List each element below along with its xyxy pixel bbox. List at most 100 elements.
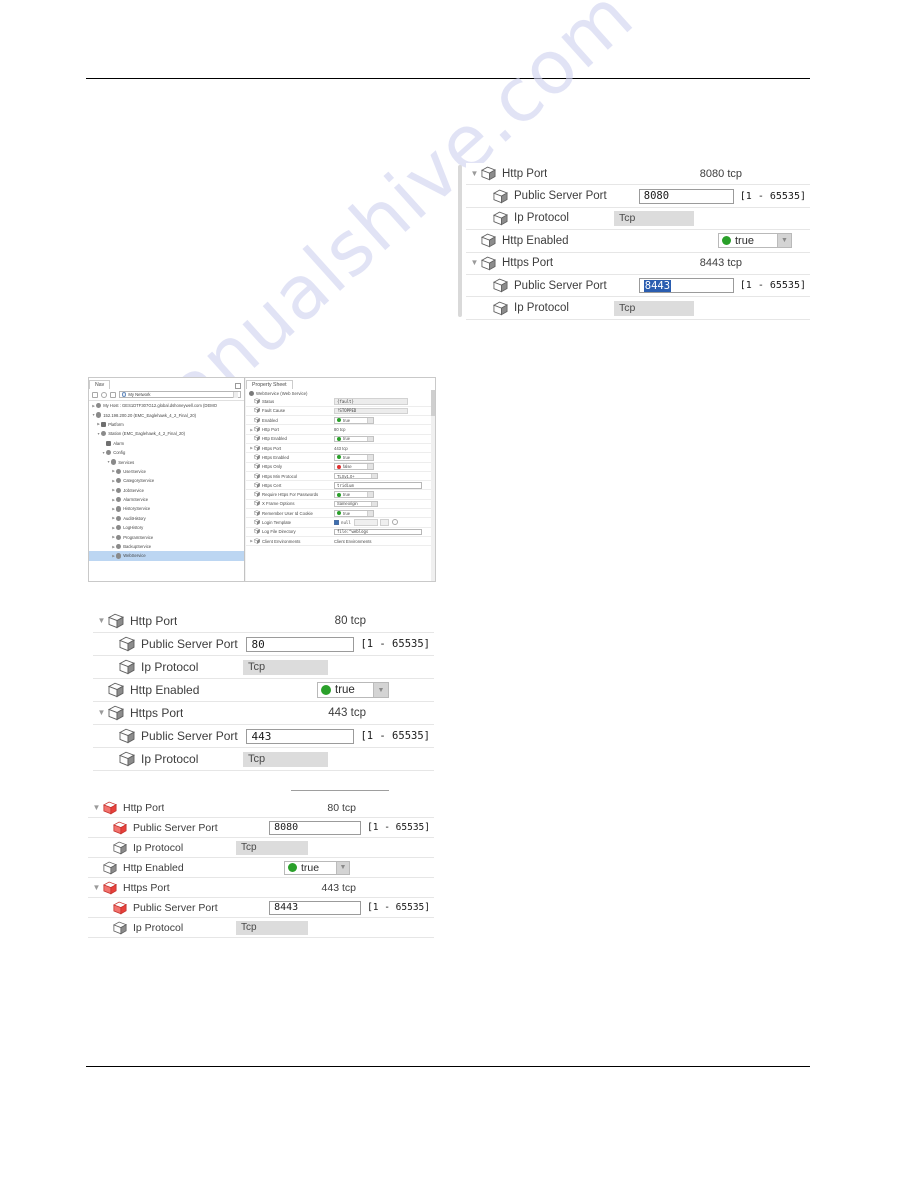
nav-tree-node[interactable]: ▶ AuditHistory bbox=[89, 514, 244, 523]
property-row[interactable]: Ip Protocol Tcp bbox=[466, 297, 810, 320]
property-row[interactable]: Ip Protocol Tcp bbox=[88, 838, 434, 858]
nav-tree-node[interactable]: ▼ Station (EMC_Eaglehawk_4_2_Final_20) bbox=[89, 429, 244, 438]
chevron-down-icon[interactable] bbox=[373, 683, 388, 697]
property-dropdown[interactable]: true bbox=[334, 491, 374, 498]
property-input[interactable]: {fault} bbox=[334, 398, 408, 405]
property-row[interactable]: Ip Protocol Tcp bbox=[93, 748, 434, 771]
nav-tree-node[interactable]: ▶ LogHistory bbox=[89, 523, 244, 532]
nav-pane-maximize-icon[interactable] bbox=[235, 383, 241, 389]
chevron-down-icon[interactable] bbox=[367, 492, 373, 497]
chevron-down-icon[interactable] bbox=[90, 804, 103, 812]
nav-tree-node[interactable]: ▶ HistoryService bbox=[89, 504, 244, 513]
property-dropdown[interactable]: TLSv1.0+ bbox=[334, 472, 378, 480]
property-row[interactable]: Log File Directory file:^weblogs bbox=[246, 528, 435, 537]
property-row[interactable]: Ip Protocol Tcp bbox=[466, 207, 810, 231]
http-enabled-dropdown[interactable]: true bbox=[284, 860, 350, 875]
property-dropdown[interactable]: Sameorigin bbox=[334, 500, 378, 508]
property-row[interactable]: Public Server Port 8080 [1 - 65535] bbox=[88, 818, 434, 838]
property-row[interactable]: Http Enabled true bbox=[466, 230, 810, 253]
property-sheet-scrollbar[interactable] bbox=[431, 390, 435, 581]
chevron-down-icon[interactable] bbox=[367, 464, 373, 470]
public-server-port-input[interactable]: 8080 bbox=[269, 820, 362, 835]
chevron-down-icon[interactable] bbox=[371, 473, 377, 479]
nav-tree-node[interactable]: ▶ WebService bbox=[89, 551, 244, 561]
property-input[interactable]: tridium bbox=[334, 482, 422, 489]
property-row[interactable]: Login Template null bbox=[246, 518, 435, 528]
nav-tree-node[interactable]: ▶ My Host : GES1DTF307G12.global.dshoneyw… bbox=[89, 401, 244, 410]
property-row[interactable]: ▶ Https Port 443 tcp bbox=[246, 444, 435, 454]
nav-tree-node[interactable]: ▼ Services bbox=[89, 457, 244, 466]
property-row[interactable]: ▶ Client Environments Client Environments bbox=[246, 537, 435, 547]
nav-tree-node[interactable]: ▶ CategoryService bbox=[89, 476, 244, 485]
chevron-down-icon[interactable] bbox=[233, 391, 238, 398]
property-row[interactable]: Public Server Port 8443 [1 - 65535] bbox=[88, 898, 434, 918]
property-dropdown[interactable]: true bbox=[334, 509, 374, 517]
chevron-down-icon[interactable] bbox=[371, 501, 377, 507]
property-row[interactable]: Remember User Id Cookie true bbox=[246, 509, 435, 519]
property-row[interactable]: Https Enabled true bbox=[246, 453, 435, 463]
property-row[interactable]: Public Server Port 443 [1 - 65535] bbox=[93, 725, 434, 748]
nav-tree-node[interactable]: ▼ Config bbox=[89, 448, 244, 457]
login-template-field[interactable] bbox=[353, 519, 378, 526]
property-row[interactable]: Ip Protocol Tcp bbox=[93, 656, 434, 679]
public-server-port-input[interactable]: 80 bbox=[246, 636, 355, 652]
property-row[interactable]: Status {fault} bbox=[246, 398, 435, 407]
chevron-down-icon[interactable] bbox=[468, 259, 481, 267]
chevron-down-icon[interactable] bbox=[95, 617, 108, 625]
nav-tree-node[interactable]: ▶ Platform bbox=[89, 420, 244, 429]
property-row[interactable]: Http Port 80 tcp bbox=[88, 798, 434, 818]
property-row[interactable]: Enabled true bbox=[246, 416, 435, 426]
nav-tree-node[interactable]: ▶ ProgramService bbox=[89, 532, 244, 541]
public-server-port-input[interactable]: 8080 bbox=[638, 188, 734, 204]
chevron-down-icon[interactable] bbox=[367, 455, 373, 460]
property-row[interactable]: Https Port 8443 tcp bbox=[466, 252, 810, 275]
chevron-down-icon[interactable] bbox=[777, 234, 791, 248]
property-row[interactable]: Http Enabled true bbox=[246, 435, 435, 444]
scrollbar-thumb[interactable] bbox=[431, 390, 435, 416]
nav-tree-node[interactable]: ▶ BackupService bbox=[89, 542, 244, 551]
chevron-down-icon[interactable] bbox=[367, 510, 373, 516]
stop-icon[interactable] bbox=[110, 391, 116, 398]
chevron-down-icon[interactable] bbox=[367, 417, 373, 423]
property-row[interactable]: Http Port 8080 tcp bbox=[466, 163, 810, 186]
property-input[interactable]: file:^weblogs bbox=[334, 528, 422, 535]
property-row[interactable]: Http Enabled true bbox=[88, 858, 434, 878]
property-row[interactable]: Ip Protocol Tcp bbox=[88, 918, 434, 938]
property-row[interactable]: Https Cert tridium bbox=[246, 481, 435, 491]
nav-tree-node[interactable]: ▶ UserService bbox=[89, 467, 244, 476]
nav-tree-node[interactable]: ▼ 152.198.200.20 (EMC_Eaglehawk_4_2_Final… bbox=[89, 410, 244, 419]
property-input[interactable]: !STOPPED bbox=[334, 407, 408, 415]
chevron-down-icon[interactable] bbox=[336, 861, 349, 874]
property-row[interactable]: Https Port 443 tcp bbox=[88, 878, 434, 898]
property-row[interactable]: Public Server Port 8080 [1 - 65535] bbox=[466, 185, 810, 208]
property-row[interactable]: ▶ Http Port 80 tcp bbox=[246, 425, 435, 435]
property-row[interactable]: Https Only false bbox=[246, 463, 435, 472]
property-row[interactable]: Public Server Port 8443 [1 - 65535] bbox=[466, 274, 810, 298]
property-row[interactable]: Require Https For Passwords true bbox=[246, 490, 435, 500]
property-row[interactable]: X Frame Options Sameorigin bbox=[246, 500, 435, 510]
nav-tree-node[interactable]: ▶ JobService bbox=[89, 486, 244, 495]
help-icon[interactable] bbox=[391, 519, 398, 526]
http-enabled-dropdown[interactable]: true bbox=[317, 682, 389, 698]
property-dropdown[interactable]: true bbox=[334, 454, 374, 461]
refresh-icon[interactable] bbox=[101, 391, 107, 398]
property-row[interactable]: Http Enabled true bbox=[93, 679, 434, 702]
property-dropdown[interactable]: false bbox=[334, 463, 374, 471]
property-row[interactable]: Https Min Protocol TLSv1.0+ bbox=[246, 472, 435, 482]
http-enabled-dropdown[interactable]: true bbox=[718, 233, 792, 249]
property-dropdown[interactable]: true bbox=[334, 416, 374, 424]
public-server-port-input[interactable]: 443 bbox=[246, 728, 355, 744]
tab-property-sheet[interactable]: Property Sheet bbox=[246, 380, 293, 389]
null-checkbox[interactable] bbox=[334, 519, 339, 525]
tab-nav[interactable]: Nav bbox=[89, 380, 111, 389]
property-dropdown[interactable]: true bbox=[334, 435, 374, 443]
property-row[interactable]: Fault Cause !STOPPED bbox=[246, 407, 435, 417]
chevron-down-icon[interactable] bbox=[95, 709, 108, 717]
property-row[interactable]: Https Port 443 tcp bbox=[93, 702, 434, 725]
public-server-port-input[interactable]: 8443 bbox=[269, 900, 362, 915]
bookmark-icon[interactable] bbox=[92, 391, 98, 398]
chevron-down-icon[interactable] bbox=[90, 884, 103, 892]
property-row[interactable]: Http Port 80 tcp bbox=[93, 610, 434, 633]
login-template-browse-button[interactable] bbox=[379, 519, 389, 526]
nav-tree-node[interactable]: Alarm bbox=[89, 439, 244, 448]
